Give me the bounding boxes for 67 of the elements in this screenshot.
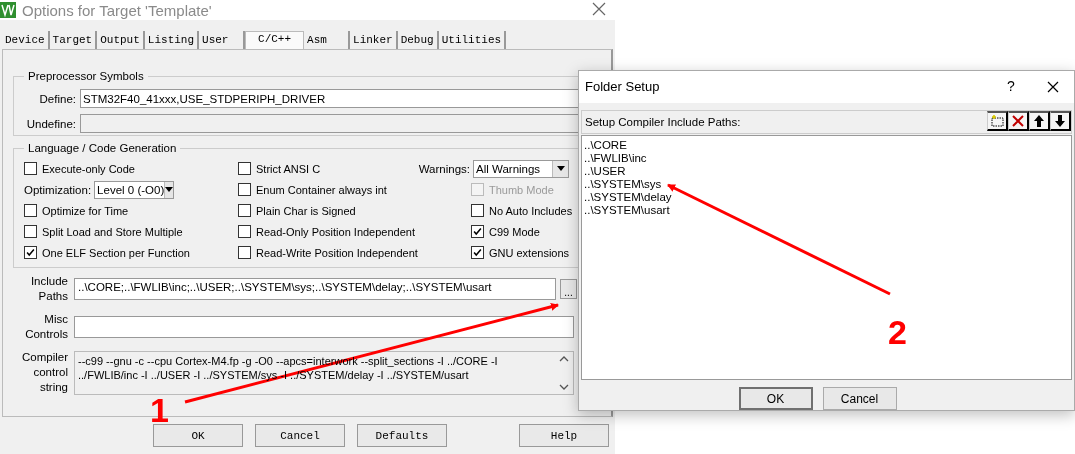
annotation-number: 2 — [888, 315, 907, 349]
list-item[interactable]: ..\SYSTEM\usart — [584, 203, 670, 217]
checkbox[interactable] — [238, 204, 251, 217]
tab[interactable]: Target — [49, 31, 98, 49]
input-field[interactable]: ..\CORE;..\FWLIB\inc;..\USER;..\SYSTEM\sys;..\SYSTEM\delay;..\SYSTEM\usart — [74, 278, 556, 300]
checkbox-label: Optimize for Time — [42, 204, 129, 217]
tab[interactable]: C/C++ — [245, 31, 305, 49]
dialog-button[interactable]: OK — [738, 387, 813, 410]
caret-icon — [556, 166, 565, 171]
checkbox[interactable] — [238, 246, 251, 259]
tab[interactable]: User — [199, 31, 246, 49]
dialog-button[interactable]: OK — [153, 424, 243, 447]
checkbox[interactable] — [471, 225, 484, 238]
annotation-number: 1 — [150, 393, 169, 427]
checkbox[interactable] — [238, 162, 251, 175]
checkbox-label: Execute-only Code — [42, 162, 135, 175]
tab[interactable]: Device — [2, 31, 50, 49]
window-title: Options for Target 'Template' — [22, 1, 212, 19]
field-label: Undefine: — [25, 117, 76, 130]
list-item[interactable]: ..\SYSTEM\delay — [584, 190, 672, 204]
dialog-button[interactable]: Cancel — [255, 424, 345, 447]
tab[interactable]: Asm — [304, 31, 351, 49]
list-item[interactable]: ..\FWLIB\inc — [584, 151, 647, 165]
dialog-button[interactable]: Defaults — [357, 424, 447, 447]
browse-button[interactable]: ... — [560, 279, 577, 299]
checkbox[interactable] — [471, 204, 484, 217]
checkbox-label: Thumb Mode — [489, 183, 554, 196]
caret-icon — [165, 187, 174, 192]
checkbox-label: C99 Mode — [489, 225, 540, 238]
checkbox[interactable] — [471, 246, 484, 259]
checkbox-label: Read-Write Position Independent — [256, 246, 418, 259]
input-field[interactable] — [74, 316, 574, 338]
checkbox-label: One ELF Section per Function — [42, 246, 190, 259]
dropdown-label: Warnings: — [418, 162, 470, 175]
toolbar-label: Setup Compiler Include Paths: — [585, 115, 741, 128]
chevron-down-icon[interactable] — [559, 383, 569, 390]
group-title: Preprocessor Symbols — [27, 70, 145, 82]
field-label: Include Paths — [29, 274, 68, 304]
checkbox-label: Plain Char is Signed — [256, 204, 356, 217]
dropdown-label: Optimization: — [24, 183, 92, 196]
checkbox[interactable] — [238, 225, 251, 238]
checkbox[interactable] — [24, 225, 37, 238]
chevron-up-icon[interactable] — [559, 355, 569, 362]
dropdown[interactable]: All Warnings — [473, 159, 569, 178]
checkbox-label: Split Load and Store Multiple — [42, 225, 183, 238]
checkbox[interactable] — [24, 204, 37, 217]
group-title: Language / Code Generation — [27, 142, 178, 154]
list-item[interactable]: ..\SYSTEM\sys — [584, 177, 662, 191]
field-label: Define: — [38, 92, 76, 105]
dropdown[interactable]: Level 0 (-O0) — [94, 180, 175, 199]
close-icon[interactable] — [1047, 81, 1059, 93]
list-item[interactable]: ..\CORE — [584, 138, 627, 152]
dialog-button[interactable]: Help — [519, 424, 609, 447]
checkbox-label: GNU extensions — [489, 246, 570, 259]
checkbox-label: No Auto Includes — [489, 204, 573, 217]
checkbox-label: Strict ANSI C — [256, 162, 321, 175]
field-label: Compiler control string — [21, 350, 68, 395]
checkbox[interactable] — [238, 183, 251, 196]
checkbox[interactable] — [24, 246, 37, 259]
list-item[interactable]: ..\USER — [584, 164, 626, 178]
help-button[interactable]: ? — [1007, 78, 1015, 94]
checkbox[interactable] — [24, 162, 37, 175]
tab[interactable]: Output — [97, 31, 145, 49]
checkbox-label: Enum Container always int — [256, 183, 387, 196]
field-label: Misc Controls — [24, 312, 68, 342]
checkbox-label: Read-Only Position Independent — [256, 225, 415, 238]
dialog-button[interactable]: Cancel — [822, 387, 897, 410]
